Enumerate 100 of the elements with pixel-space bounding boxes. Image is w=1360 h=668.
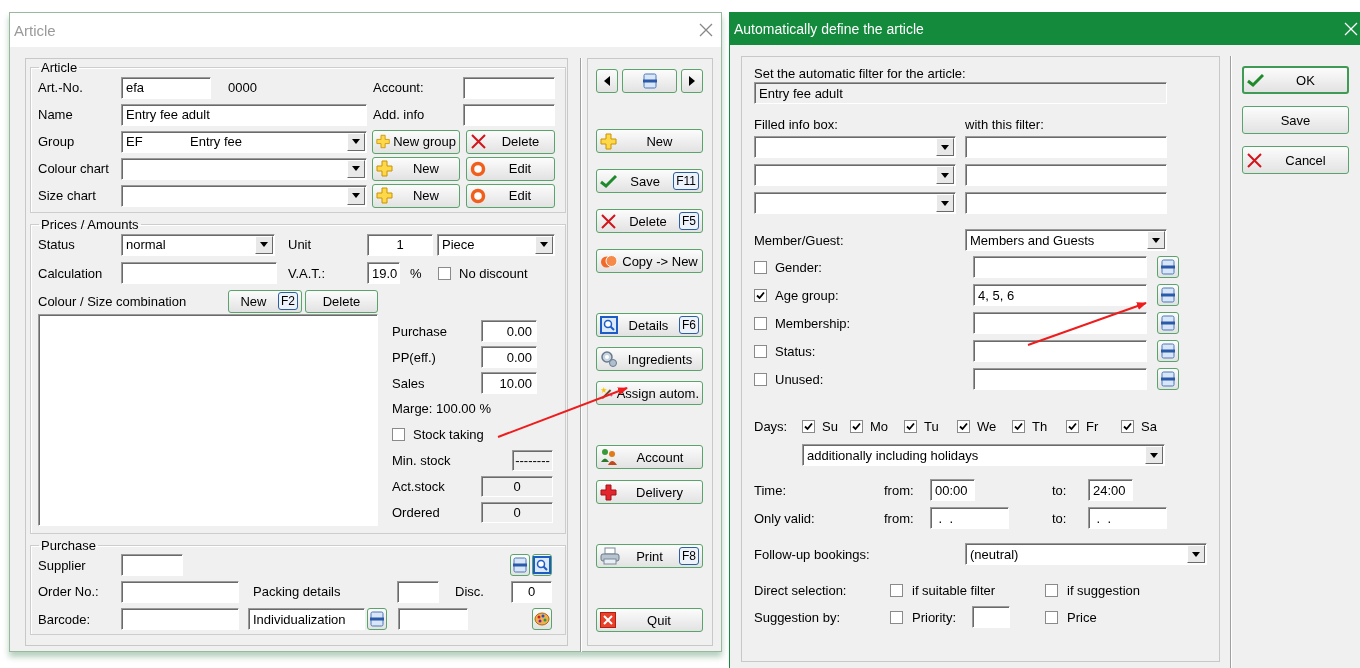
field-label: Account:	[373, 80, 425, 95]
button[interactable]: New group	[372, 129, 460, 154]
checkbox[interactable]	[1012, 419, 1025, 433]
text-field[interactable]	[463, 103, 555, 126]
button[interactable]: Copy -> New	[596, 249, 703, 273]
text-field[interactable]: 24:00	[1088, 479, 1133, 501]
button[interactable]: New	[372, 156, 460, 181]
checkbox[interactable]	[754, 260, 767, 274]
button[interactable]: Print F8	[596, 544, 703, 568]
lookup-button[interactable]	[1157, 340, 1179, 362]
dropdown[interactable]: additionally including holidays	[802, 444, 1165, 466]
text-field[interactable]	[121, 554, 183, 576]
dropdown[interactable]	[121, 157, 367, 180]
palette-button[interactable]	[532, 608, 552, 630]
button[interactable]: Edit	[466, 156, 555, 181]
button[interactable]: Save F11	[596, 169, 703, 193]
list-button[interactable]	[622, 69, 677, 93]
text-field[interactable]	[463, 76, 555, 99]
text-field[interactable]	[973, 368, 1147, 390]
dropdown[interactable]	[754, 164, 956, 186]
text-field[interactable]	[121, 608, 239, 630]
dropdown[interactable]: Members and Guests	[965, 229, 1167, 251]
text-field[interactable]	[965, 164, 1167, 186]
checkbox[interactable]	[890, 583, 903, 597]
dropdown[interactable]: EF Entry fee	[121, 130, 367, 153]
checkbox[interactable]	[1045, 583, 1058, 597]
button[interactable]: New F2	[228, 289, 302, 313]
checkbox[interactable]	[957, 419, 970, 433]
text-field[interactable]	[973, 340, 1147, 362]
text-field[interactable]	[397, 580, 439, 603]
checkbox-label: if suitable filter	[912, 582, 996, 598]
close-icon[interactable]	[699, 23, 713, 37]
button[interactable]: Account	[596, 445, 703, 469]
dropdown[interactable]	[121, 184, 367, 207]
text-field[interactable]	[973, 256, 1147, 278]
checkbox[interactable]	[392, 427, 405, 441]
plus-icon	[376, 160, 393, 177]
text-field[interactable]: . .	[1088, 507, 1167, 529]
list-icon	[1161, 287, 1175, 303]
caret-icon	[352, 139, 360, 144]
text-field[interactable]: 10.00	[481, 372, 537, 394]
dropdown[interactable]	[754, 136, 956, 158]
button[interactable]: OK	[1242, 66, 1349, 94]
dropdown[interactable]: Piece	[437, 233, 555, 256]
text-field[interactable]	[965, 192, 1167, 214]
lookup-button[interactable]	[367, 608, 387, 630]
text-field[interactable]: 1	[367, 233, 433, 256]
text-field[interactable]	[398, 608, 468, 630]
checkbox[interactable]	[850, 419, 863, 433]
button[interactable]: Ingredients	[596, 347, 703, 371]
button[interactable]: Delete	[466, 129, 555, 154]
button[interactable]: New	[372, 183, 460, 208]
text-field[interactable]: 0	[511, 580, 552, 603]
button[interactable]: Details F6	[596, 313, 703, 337]
button[interactable]: Save	[1242, 106, 1349, 134]
dropdown[interactable]: (neutral)	[965, 543, 1207, 565]
text-field[interactable]: . .	[930, 507, 1009, 529]
checkbox[interactable]	[754, 288, 767, 302]
next-button[interactable]	[681, 69, 703, 93]
button[interactable]: New	[596, 129, 703, 153]
checkbox[interactable]	[890, 610, 903, 624]
button[interactable]: Delete F5	[596, 209, 703, 233]
checkbox[interactable]	[754, 316, 767, 330]
button[interactable]: Assign autom.	[596, 381, 703, 405]
checkbox[interactable]	[802, 419, 815, 433]
text-field[interactable]: 0.00	[481, 320, 537, 342]
text-field[interactable]: 19.0	[367, 262, 400, 284]
button[interactable]: Quit	[596, 608, 703, 632]
lookup-button[interactable]	[1157, 368, 1179, 390]
search-button[interactable]	[532, 554, 552, 576]
previous-button[interactable]	[596, 69, 618, 93]
checkbox[interactable]	[1121, 419, 1134, 433]
text-field[interactable]: Entry fee adult	[121, 103, 367, 126]
button[interactable]: Delivery	[596, 480, 703, 504]
text-field[interactable]: 00:00	[930, 479, 975, 501]
text-field[interactable]	[973, 312, 1147, 334]
button[interactable]: Cancel	[1242, 146, 1349, 174]
button[interactable]: Edit	[466, 183, 555, 208]
checkbox[interactable]	[1045, 610, 1058, 624]
button[interactable]: Delete	[305, 289, 378, 313]
checkbox[interactable]	[904, 419, 917, 433]
text-field[interactable]: 0.00	[481, 346, 537, 368]
lookup-button[interactable]	[1157, 256, 1179, 278]
text-field[interactable]: efa	[121, 76, 211, 99]
text-field[interactable]: 4, 5, 6	[973, 284, 1147, 306]
lookup-button[interactable]	[510, 554, 530, 576]
checkbox[interactable]	[754, 344, 767, 358]
checkbox[interactable]	[438, 266, 451, 280]
checkbox[interactable]	[754, 372, 767, 386]
text-field[interactable]	[121, 262, 277, 284]
dropdown[interactable]: normal	[121, 233, 275, 256]
lookup-button[interactable]	[1157, 312, 1179, 334]
text-field[interactable]	[965, 136, 1167, 158]
text-field[interactable]	[121, 580, 239, 603]
dropdown[interactable]	[754, 192, 956, 214]
check-mark-icon	[1123, 421, 1132, 431]
text-field[interactable]	[972, 606, 1010, 628]
lookup-button[interactable]	[1157, 284, 1179, 306]
checkbox[interactable]	[1066, 419, 1079, 433]
text-field[interactable]: Individualization	[248, 608, 365, 630]
